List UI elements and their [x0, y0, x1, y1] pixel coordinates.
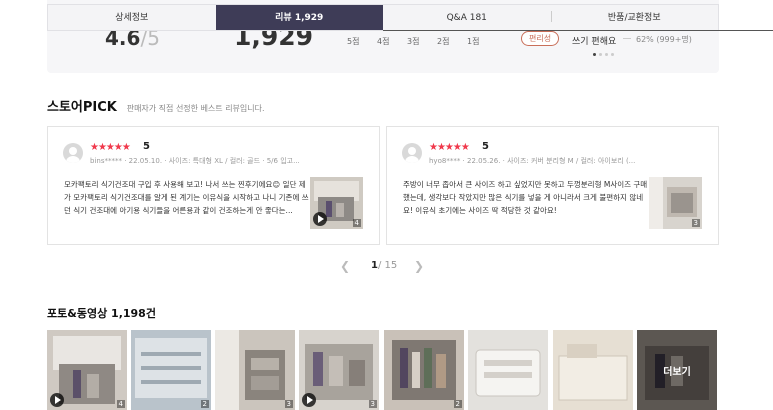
- rating-score: 5: [143, 141, 150, 152]
- rating-score: 5: [482, 141, 489, 152]
- photo-count: 3: [368, 400, 377, 408]
- review-thumbnail[interactable]: 4: [310, 177, 363, 229]
- photo-thumbnail[interactable]: [553, 330, 633, 410]
- photo-thumbnail[interactable]: 3: [299, 330, 379, 410]
- photo-thumbnail-more[interactable]: 더보기: [637, 330, 717, 410]
- play-icon: [313, 212, 327, 226]
- attribute-divider: [623, 38, 631, 39]
- photo-thumbnail[interactable]: 3: [215, 330, 295, 410]
- play-icon: [302, 393, 316, 407]
- best-review-card[interactable]: ★★★★★ 5 bins***** · 22.05.10. · 사이즈: 특대형…: [47, 126, 380, 245]
- tab-qna[interactable]: Q&A 181: [383, 5, 551, 30]
- chevron-right-icon[interactable]: ❯: [414, 259, 424, 273]
- photo-count: 3: [691, 219, 700, 227]
- photo-thumbnail[interactable]: 4: [47, 330, 127, 410]
- star-level-3: 3점: [407, 37, 420, 46]
- product-tabs: 상세정보 리뷰 1,929 Q&A 181 반품/교환정보: [47, 4, 719, 31]
- photo-video-title: 포토&동영상: [47, 307, 108, 320]
- photo-count: 4: [116, 400, 125, 408]
- star-level-5: 5점: [347, 37, 360, 46]
- carousel-dots[interactable]: [593, 53, 614, 56]
- photo-count: 2: [200, 400, 209, 408]
- star-level-4: 4점: [377, 37, 390, 46]
- review-text[interactable]: 주방이 너무 좁아서 큰 사이즈 하고 싶었지만 못하고 두껑분리형 M사이즈 …: [403, 178, 648, 217]
- tab-reviews[interactable]: 리뷰 1,929: [215, 5, 383, 30]
- tab-detail[interactable]: 상세정보: [48, 5, 216, 30]
- tab-return-exchange[interactable]: 반품/교환정보: [551, 5, 719, 30]
- pager-total: / 15: [378, 260, 398, 271]
- attribute-value: 쓰기 편해요: [572, 37, 617, 47]
- attribute-percent: 62% (999+명): [636, 35, 692, 44]
- review-text[interactable]: 모카팩토리 식기건조대 구입 후 사용해 보고! 나서 쓰는 찐후기에요😊 일단…: [64, 178, 309, 217]
- header-line: [383, 30, 773, 31]
- more-photos-button[interactable]: 더보기: [637, 330, 717, 410]
- pager-current: 1: [371, 260, 378, 271]
- tab-divider: [551, 11, 552, 22]
- photo-thumbnail[interactable]: [468, 330, 548, 410]
- store-pick-heading: 스토어PICK 판매자가 직접 선정한 베스트 리뷰입니다.: [47, 96, 265, 115]
- star-distribution: 5점 4점 3점 2점 1점: [347, 36, 497, 47]
- rating-stars: ★★★★★: [90, 142, 131, 153]
- photo-count: 4: [352, 219, 361, 227]
- photo-thumbnail[interactable]: 2: [384, 330, 464, 410]
- store-pick-subtitle: 판매자가 직접 선정한 베스트 리뷰입니다.: [126, 104, 265, 113]
- photo-video-heading: 포토&동영상 1,198건: [47, 305, 156, 321]
- review-meta: bins***** · 22.05.10. · 사이즈: 특대형 XL / 컬러…: [90, 157, 300, 165]
- photo-count: 2: [453, 400, 462, 408]
- review-pager: ❮ 1 / 15 ❯: [340, 259, 430, 275]
- attribute-tag: 편리성: [521, 31, 560, 46]
- play-icon: [50, 393, 64, 407]
- star-level-1: 1점: [467, 37, 480, 46]
- photo-thumbnail[interactable]: 2: [131, 330, 211, 410]
- review-meta: hyo8**** · 22.05.26. · 사이즈: 커버 분리형 M / 컬…: [429, 157, 636, 165]
- star-level-2: 2점: [437, 37, 450, 46]
- review-thumbnail[interactable]: 3: [649, 177, 702, 229]
- photo-count: 3: [284, 400, 293, 408]
- avatar: [63, 143, 83, 163]
- best-review-card[interactable]: ★★★★★ 5 hyo8**** · 22.05.26. · 사이즈: 커버 분…: [386, 126, 719, 245]
- avatar: [402, 143, 422, 163]
- photo-video-count: 1,198건: [111, 307, 156, 320]
- rating-stars: ★★★★★: [429, 142, 470, 153]
- store-pick-title: 스토어PICK: [47, 100, 117, 115]
- chevron-left-icon[interactable]: ❮: [340, 259, 350, 273]
